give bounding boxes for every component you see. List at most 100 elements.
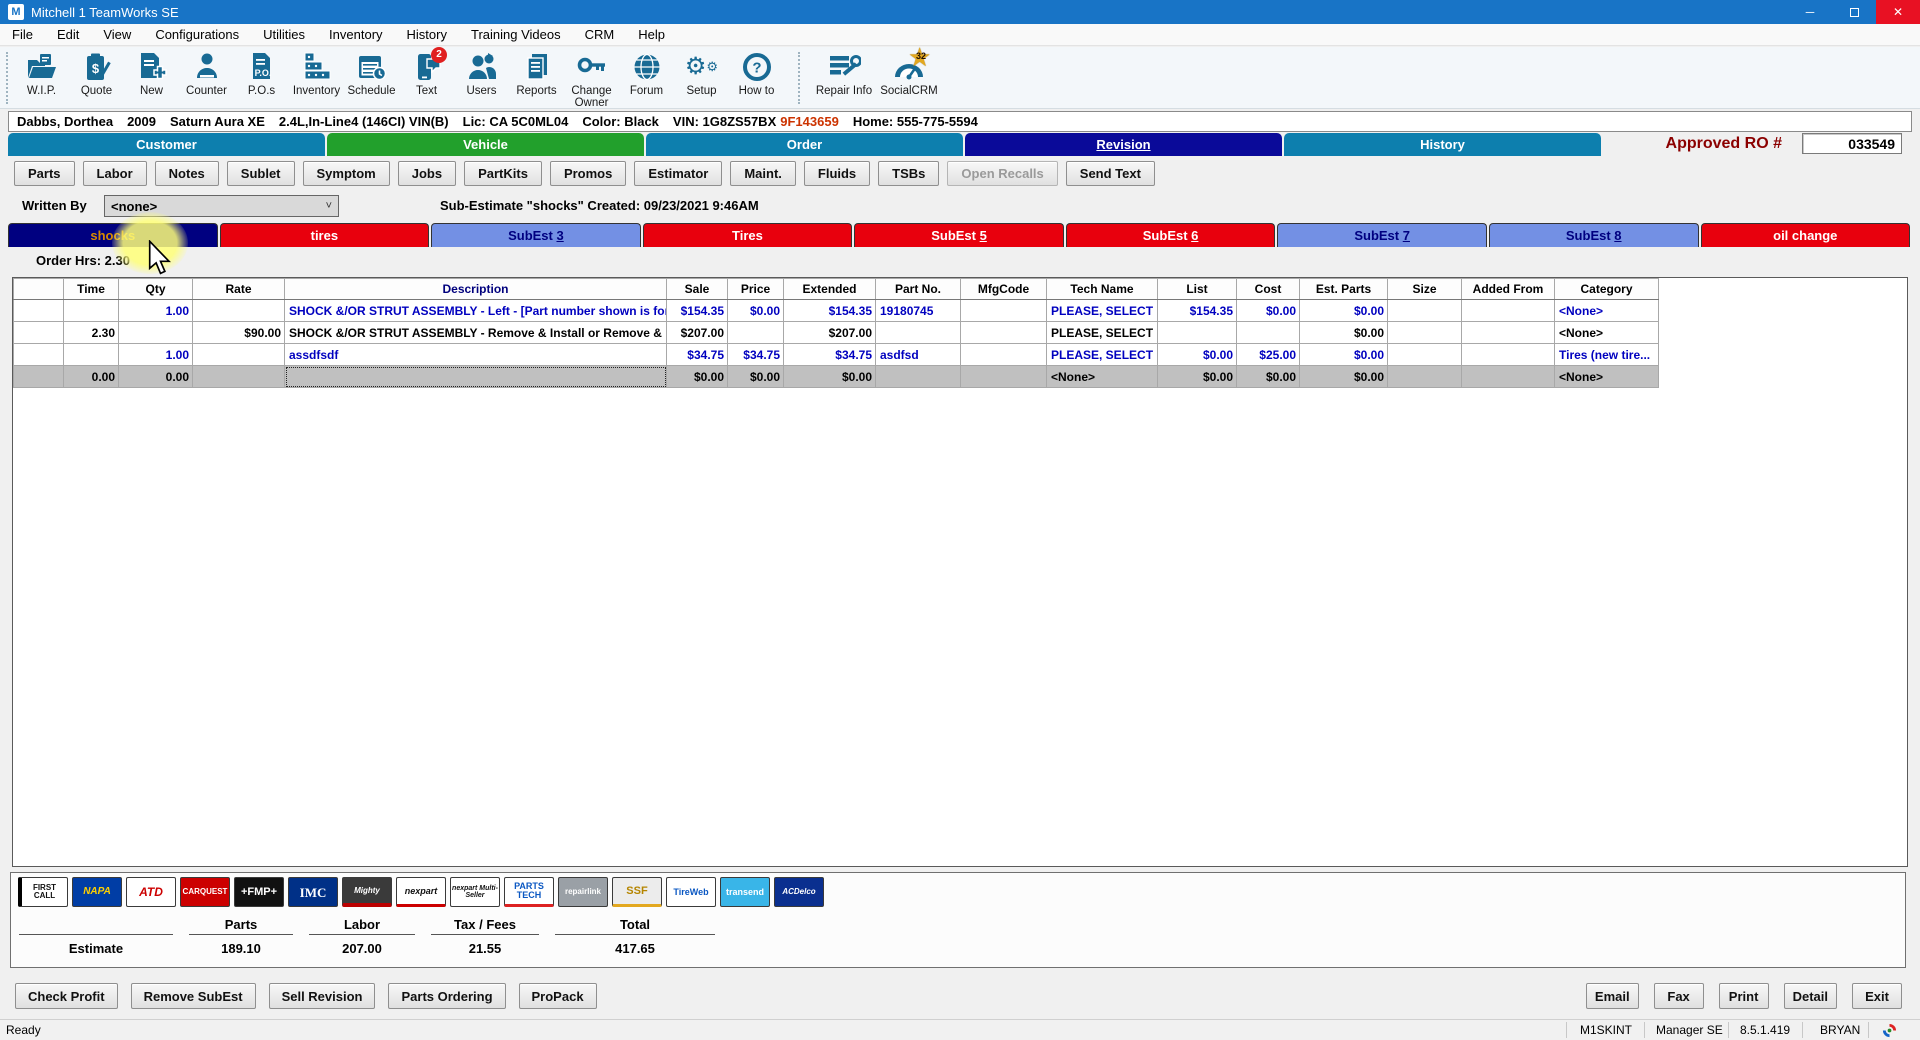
transend-logo-button[interactable]: transend	[720, 877, 770, 907]
menu-training-videos[interactable]: Training Videos	[471, 27, 561, 42]
minimize-button[interactable]: ─	[1788, 0, 1832, 24]
table-row[interactable]: 1.00 assdfsdf $34.75 $34.75 $34.75 asdfs…	[14, 344, 1659, 366]
subest-tab-shocks[interactable]: shocks	[8, 223, 218, 247]
exit-button[interactable]: Exit	[1852, 983, 1902, 1009]
fluids-button[interactable]: Fluids	[804, 161, 870, 186]
menu-history[interactable]: History	[407, 27, 447, 42]
col-header-qty[interactable]: Qty	[119, 279, 193, 300]
howto-button[interactable]: ? How to	[729, 50, 784, 97]
row-selector[interactable]	[14, 366, 64, 388]
tab-history[interactable]: History	[1284, 133, 1601, 156]
subest-tab-3[interactable]: SubEst 3	[431, 223, 641, 247]
row-selector[interactable]	[14, 300, 64, 322]
col-header-size[interactable]: Size	[1388, 279, 1462, 300]
nexpart-multiseller-logo-button[interactable]: nexpart Multi-Seller	[450, 877, 500, 907]
tab-customer[interactable]: Customer	[8, 133, 325, 156]
remove-subest-button[interactable]: Remove SubEst	[131, 983, 256, 1009]
subest-tab-tires[interactable]: tires	[220, 223, 430, 247]
subest-tab-5[interactable]: SubEst 5	[854, 223, 1064, 247]
partkits-button[interactable]: PartKits	[464, 161, 542, 186]
row-selector[interactable]	[14, 322, 64, 344]
print-button[interactable]: Print	[1719, 983, 1769, 1009]
menu-configurations[interactable]: Configurations	[155, 27, 239, 42]
check-profit-button[interactable]: Check Profit	[15, 983, 118, 1009]
col-header-price[interactable]: Price	[728, 279, 784, 300]
table-row[interactable]: 2.30 $90.00 SHOCK &/OR STRUT ASSEMBLY - …	[14, 322, 1659, 344]
subest-tab-tires2[interactable]: Tires	[643, 223, 853, 247]
subest-tab-7[interactable]: SubEst 7	[1277, 223, 1487, 247]
new-button[interactable]: New	[124, 50, 179, 97]
setup-button[interactable]: ⚙⚙ Setup	[674, 50, 729, 97]
schedule-button[interactable]: Schedule	[344, 50, 399, 97]
col-header-description[interactable]: Description	[285, 279, 667, 300]
propack-button[interactable]: ProPack	[519, 983, 597, 1009]
change-owner-button[interactable]: Change Owner	[564, 50, 619, 109]
col-header-mfgcode[interactable]: MfgCode	[961, 279, 1047, 300]
maximize-button[interactable]	[1832, 0, 1876, 24]
fmp-logo-button[interactable]: +FMP+	[234, 877, 284, 907]
wip-button[interactable]: W.I.P.	[14, 50, 69, 97]
col-header-extended[interactable]: Extended	[784, 279, 876, 300]
counter-button[interactable]: Counter	[179, 50, 234, 97]
menu-view[interactable]: View	[103, 27, 131, 42]
users-button[interactable]: Users	[454, 50, 509, 97]
detail-button[interactable]: Detail	[1784, 983, 1837, 1009]
symptom-button[interactable]: Symptom	[303, 161, 390, 186]
menu-file[interactable]: File	[12, 27, 33, 42]
subest-tab-8[interactable]: SubEst 8	[1489, 223, 1699, 247]
mighty-logo-button[interactable]: Mighty	[342, 877, 392, 907]
imc-logo-button[interactable]: IMC	[288, 877, 338, 907]
promos-button[interactable]: Promos	[550, 161, 626, 186]
tireweb-logo-button[interactable]: TireWeb	[666, 877, 716, 907]
forum-button[interactable]: Forum	[619, 50, 674, 97]
subest-tab-oil-change[interactable]: oil change	[1701, 223, 1911, 247]
col-header-category[interactable]: Category	[1555, 279, 1659, 300]
col-header-partno[interactable]: Part No.	[876, 279, 961, 300]
sublet-button[interactable]: Sublet	[227, 161, 295, 186]
notes-button[interactable]: Notes	[155, 161, 219, 186]
labor-button[interactable]: Labor	[83, 161, 147, 186]
estimator-button[interactable]: Estimator	[634, 161, 722, 186]
inventory-button[interactable]: Inventory	[289, 50, 344, 97]
fax-button[interactable]: Fax	[1654, 983, 1704, 1009]
repairlink-logo-button[interactable]: repairlink	[558, 877, 608, 907]
menu-help[interactable]: Help	[638, 27, 665, 42]
tab-vehicle[interactable]: Vehicle	[327, 133, 644, 156]
col-header-time[interactable]: Time	[64, 279, 119, 300]
sell-revision-button[interactable]: Sell Revision	[269, 983, 376, 1009]
partstech-logo-button[interactable]: PARTS TECH	[504, 877, 554, 907]
tab-order[interactable]: Order	[646, 133, 963, 156]
pos-button[interactable]: P.O. P.O.s	[234, 50, 289, 97]
focused-cell[interactable]	[285, 366, 667, 388]
parts-ordering-button[interactable]: Parts Ordering	[388, 983, 505, 1009]
menu-utilities[interactable]: Utilities	[263, 27, 305, 42]
carquest-logo-button[interactable]: CARQUEST	[180, 877, 230, 907]
col-header-cost[interactable]: Cost	[1237, 279, 1300, 300]
send-text-button[interactable]: Send Text	[1066, 161, 1155, 186]
close-button[interactable]: ✕	[1876, 0, 1920, 24]
col-header-rate[interactable]: Rate	[193, 279, 285, 300]
maint-button[interactable]: Maint.	[730, 161, 796, 186]
nexpart-logo-button[interactable]: nexpart	[396, 877, 446, 907]
atd-logo-button[interactable]: ATD	[126, 877, 176, 907]
col-header-estparts[interactable]: Est. Parts	[1300, 279, 1388, 300]
col-header-addedfrom[interactable]: Added From	[1462, 279, 1555, 300]
quote-button[interactable]: $ Quote	[69, 50, 124, 97]
col-header-sale[interactable]: Sale	[667, 279, 728, 300]
row-selector[interactable]	[14, 344, 64, 366]
repair-info-button[interactable]: Repair Info	[812, 50, 876, 97]
ssf-logo-button[interactable]: SSF	[612, 877, 662, 907]
menu-edit[interactable]: Edit	[57, 27, 79, 42]
subest-tab-6[interactable]: SubEst 6	[1066, 223, 1276, 247]
parts-button[interactable]: Parts	[14, 161, 75, 186]
col-header-selector[interactable]	[14, 279, 64, 300]
jobs-button[interactable]: Jobs	[398, 161, 456, 186]
reports-button[interactable]: Reports	[509, 50, 564, 97]
text-button[interactable]: 2 Text	[399, 50, 454, 97]
col-header-techname[interactable]: Tech Name	[1047, 279, 1158, 300]
napa-logo-button[interactable]: NAPA	[72, 877, 122, 907]
tsbs-button[interactable]: TSBs	[878, 161, 939, 186]
socialcrm-button[interactable]: ★ 32 SocialCRM	[876, 50, 942, 97]
tab-revision[interactable]: Revision	[965, 133, 1282, 156]
acdelco-logo-button[interactable]: ACDelco	[774, 877, 824, 907]
